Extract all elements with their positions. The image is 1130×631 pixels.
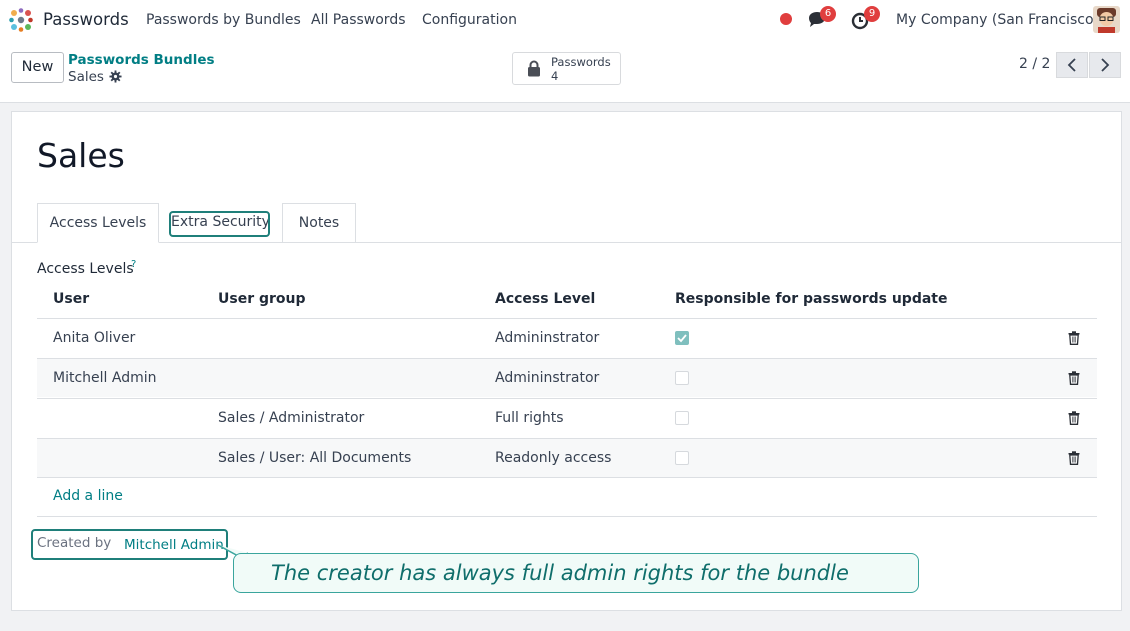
gear-icon[interactable] (109, 70, 122, 83)
cell-user: Mitchell Admin (53, 370, 157, 386)
pager-value[interactable]: 2 / 2 (1019, 56, 1050, 72)
table-bottom-divider (37, 516, 1097, 517)
avatar[interactable] (1093, 6, 1120, 33)
pager-next-button[interactable] (1089, 52, 1121, 78)
column-header-user-group[interactable]: User group (218, 291, 306, 307)
cell-access-level: Full rights (495, 410, 564, 426)
app-name[interactable]: Passwords (43, 10, 129, 29)
company-switcher[interactable]: My Company (San Francisco) (896, 12, 1099, 28)
created-by-value[interactable]: Mitchell Admin (124, 537, 224, 553)
cell-user: Anita Oliver (53, 330, 136, 346)
callout-note: The creator has always full admin rights… (233, 553, 919, 593)
created-by-label: Created by (37, 535, 112, 551)
table-row[interactable]: Sales / User: All Documents Readonly acc… (37, 438, 1097, 477)
help-tooltip-icon[interactable]: ? (131, 259, 136, 270)
activities-badge: 9 (864, 6, 880, 22)
table-row[interactable]: Anita Oliver Admininstrator (37, 318, 1097, 357)
trash-icon[interactable] (1068, 451, 1080, 465)
cell-access-level: Admininstrator (495, 370, 600, 386)
record-title[interactable]: Sales (37, 136, 125, 175)
add-line-link[interactable]: Add a line (53, 488, 123, 504)
menu-passwords-by-bundles[interactable]: Passwords by Bundles (146, 12, 301, 28)
table-divider (37, 477, 1097, 478)
column-header-access-level[interactable]: Access Level (495, 291, 595, 307)
top-navbar: Passwords Passwords by Bundles All Passw… (0, 0, 1130, 40)
column-header-responsible[interactable]: Responsible for passwords update (675, 291, 948, 307)
breadcrumb-parent[interactable]: Passwords Bundles (68, 52, 215, 68)
tab-highlight-frame (169, 211, 270, 237)
section-label: Access Levels (37, 261, 134, 277)
passwords-smart-button[interactable]: Passwords 4 (512, 52, 621, 85)
cell-access-level: Admininstrator (495, 330, 600, 346)
callout-text: The creator has always full admin rights… (271, 561, 849, 585)
cell-user-group: Sales / User: All Documents (218, 450, 412, 466)
status-dot-icon[interactable] (780, 13, 792, 25)
menu-all-passwords[interactable]: All Passwords (311, 12, 406, 28)
table-row[interactable]: Sales / Administrator Full rights (37, 398, 1097, 437)
tab-access-levels[interactable]: Access Levels (37, 203, 159, 243)
form-sheet: Sales Access Levels Extra Security Notes… (11, 111, 1122, 611)
trash-icon[interactable] (1068, 331, 1080, 345)
messages-badge: 6 (820, 6, 836, 22)
menu-configuration[interactable]: Configuration (422, 12, 517, 28)
chevron-left-icon (1067, 58, 1076, 72)
chevron-right-icon (1101, 58, 1110, 72)
breadcrumb-current: Sales (68, 69, 104, 85)
trash-icon[interactable] (1068, 411, 1080, 425)
pager-previous-button[interactable] (1056, 52, 1088, 78)
smart-button-count: 4 (551, 69, 559, 83)
cell-access-level: Readonly access (495, 450, 612, 466)
cell-user-group: Sales / Administrator (218, 410, 365, 426)
trash-icon[interactable] (1068, 371, 1080, 385)
checkmark-icon (677, 334, 687, 343)
new-button[interactable]: New (11, 52, 64, 83)
responsible-checkbox[interactable] (675, 331, 689, 345)
table-row[interactable]: Mitchell Admin Admininstrator (37, 358, 1097, 397)
responsible-checkbox[interactable] (675, 411, 689, 425)
apps-icon[interactable] (8, 7, 34, 33)
lock-icon (528, 60, 540, 77)
tab-notes[interactable]: Notes (282, 203, 356, 243)
responsible-checkbox[interactable] (675, 451, 689, 465)
responsible-checkbox[interactable] (675, 371, 689, 385)
smart-button-label: Passwords (551, 55, 611, 69)
column-header-user[interactable]: User (53, 291, 89, 307)
control-panel: New Passwords Bundles Sales Passwords 4 … (0, 40, 1130, 103)
